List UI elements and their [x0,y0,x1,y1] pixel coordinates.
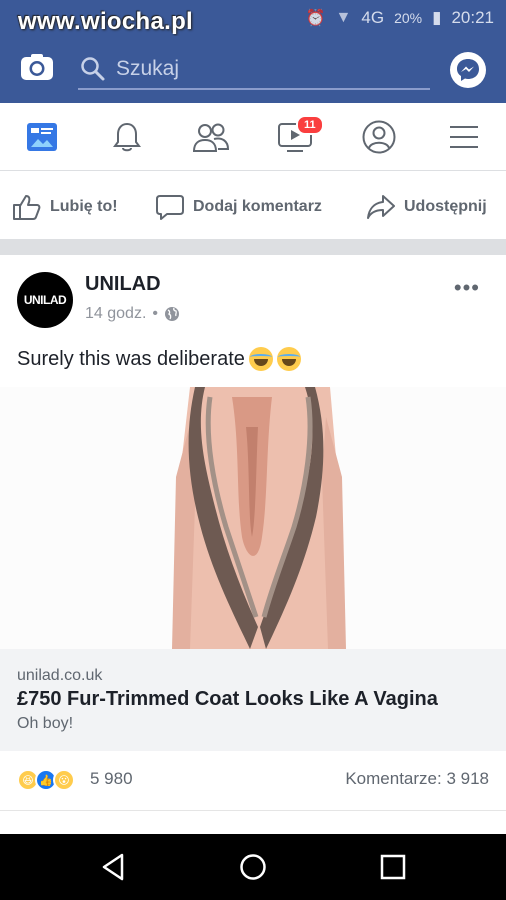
back-icon[interactable] [98,852,128,887]
post-text: Surely this was deliberate [17,347,301,371]
avatar[interactable]: UNILAD [17,272,73,328]
laughing-tears-emoji-icon [248,347,273,371]
link-title: £750 Fur-Trimmed Coat Looks Like A Vagin… [17,688,438,710]
thumbs-up-icon [13,195,41,220]
menu-icon[interactable] [444,117,484,157]
home-icon[interactable] [238,852,268,887]
search-input[interactable]: Szukaj [78,48,430,90]
top-bar: Szukaj [0,36,506,103]
comment-count[interactable]: Komentarze: 3 918 [345,769,489,789]
battery-icon: ▮ [432,8,442,27]
watch-badge: 11 [296,115,324,135]
watermark: www.wiocha.pl [18,8,194,35]
comment-icon [156,195,184,220]
clock: 20:21 [451,8,494,27]
android-nav-bar [0,834,506,900]
reaction-icons[interactable]: 😆 👍 😮 [17,769,75,791]
post-image[interactable] [0,387,506,649]
status-icons: ⏰ ▼ [306,8,352,28]
post-card: UNILAD UNILAD 14 godz. • ••• Surely this… [0,255,506,835]
recents-icon[interactable] [378,852,408,887]
status-bar: www.wiocha.pl ⏰ ▼ 4G 20% ▮ 20:21 [0,0,506,36]
like-button[interactable]: Lubię to! [12,193,118,221]
feed-divider [0,239,506,255]
reactions-bar: 😆 👍 😮 5 980 Komentarze: 3 918 [0,751,506,811]
friends-icon[interactable] [191,117,231,157]
laughing-tears-emoji-icon [276,347,301,371]
messenger-icon[interactable] [450,52,486,88]
wow-reaction-icon: 😮 [53,769,75,791]
share-button[interactable]: Udostępnij [366,193,487,221]
wifi-icon: ▼ [335,9,352,26]
link-domain: unilad.co.uk [17,667,103,684]
alarm-icon: ⏰ [305,10,326,27]
notifications-bell-icon[interactable] [107,117,147,157]
battery-label: 20% [394,10,423,26]
post-body: Surely this was deliberate [17,347,245,370]
meta-separator: • [152,305,158,322]
status-indicators: ⏰ ▼ 4G 20% ▮ 20:21 [306,8,494,28]
link-preview[interactable]: unilad.co.uk £750 Fur-Trimmed Coat Looks… [0,649,506,751]
news-feed-icon[interactable] [22,117,62,157]
comment-button[interactable]: Dodaj komentarz [155,193,322,221]
share-label: Udostępnij [404,198,487,215]
comment-label: Dodaj komentarz [193,198,322,215]
profile-icon[interactable] [359,117,399,157]
post-author[interactable]: UNILAD [85,273,161,296]
post-time[interactable]: 14 godz. [85,305,146,323]
reaction-count[interactable]: 5 980 [90,769,133,789]
camera-icon[interactable] [20,53,54,81]
link-subtitle: Oh boy! [17,715,74,732]
like-label: Lubię to! [50,198,118,215]
search-icon [80,56,106,87]
nav-bar: 11 [0,103,506,171]
search-placeholder: Szukaj [116,57,180,80]
network-label: 4G [361,8,385,27]
globe-icon [165,307,179,321]
post-meta: 14 godz. • [85,305,180,323]
share-icon [367,195,395,219]
post-actions: Lubię to! Dodaj komentarz Udostępnij [0,171,506,239]
more-options-icon[interactable]: ••• [454,275,480,301]
